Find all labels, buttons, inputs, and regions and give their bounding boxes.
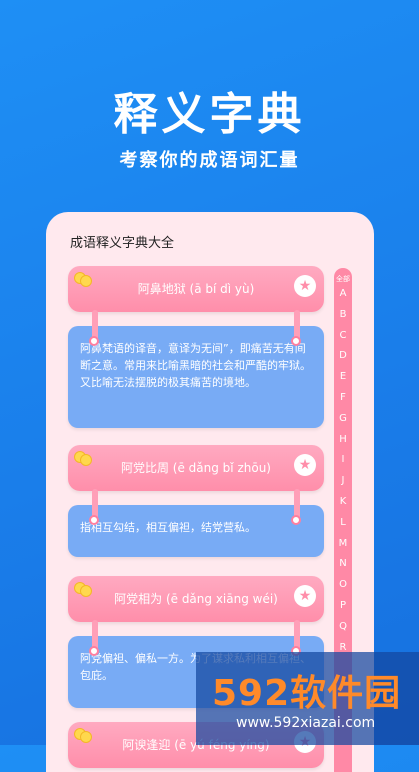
index-letter-c[interactable]: C (334, 326, 352, 347)
site-watermark: 592软件园 www.592xiazai.com (196, 652, 419, 745)
index-letter-q[interactable]: Q (334, 617, 352, 638)
idiom-title: 阿党相为 (ē dǎng xiāng wéi) (114, 592, 278, 606)
ribbon-left (89, 489, 99, 525)
hero-subtitle: 考察你的成语词汇量 (119, 150, 300, 171)
index-letter-i[interactable]: I (334, 450, 352, 471)
index-letter-a[interactable]: A (334, 284, 352, 305)
ribbon-left (89, 310, 99, 346)
ribbon-right (291, 489, 301, 525)
star-icon[interactable]: ★ (294, 275, 316, 297)
index-letter-n[interactable]: N (334, 554, 352, 575)
ribbon-right (291, 620, 301, 656)
idiom-banner[interactable]: 阿党比周 (ē dǎng bǐ zhōu) ★ (68, 445, 324, 491)
star-icon[interactable]: ★ (294, 454, 316, 476)
index-letter-d[interactable]: D (334, 346, 352, 367)
index-letter-e[interactable]: E (334, 367, 352, 388)
index-letter-m[interactable]: M (334, 534, 352, 555)
index-letter-o[interactable]: O (334, 575, 352, 596)
idiom-card[interactable]: 阿党比周 (ē dǎng bǐ zhōu) ★ 指相互勾结，相互偏袒，结党营私。 (68, 445, 324, 557)
star-icon[interactable]: ★ (294, 585, 316, 607)
page-title: 成语释义字典大全 (70, 236, 175, 251)
index-letter-p[interactable]: P (334, 596, 352, 617)
index-letter-f[interactable]: F (334, 388, 352, 409)
idiom-definition: 阿鼻梵语的译音，意译为无间”，即痛苦无有间断之意。常用来比喻黑暗的社会和严酷的牢… (68, 326, 324, 428)
watermark-brand: 592软件园 (212, 673, 402, 714)
hero-title: 释义字典 (113, 89, 306, 140)
ribbon-right (291, 310, 301, 346)
index-all[interactable]: 全部 (334, 274, 352, 284)
index-letter-l[interactable]: L (334, 513, 352, 534)
index-letter-b[interactable]: B (334, 305, 352, 326)
index-letter-k[interactable]: K (334, 492, 352, 513)
index-letter-g[interactable]: G (334, 409, 352, 430)
idiom-definition: 指相互勾结，相互偏袒，结党营私。 (68, 505, 324, 557)
idiom-card[interactable]: 阿鼻地狱 (ā bí dì yù) ★ 阿鼻梵语的译音，意译为无间”，即痛苦无有… (68, 266, 324, 428)
index-letter-h[interactable]: H (334, 430, 352, 451)
idiom-title: 阿党比周 (ē dǎng bǐ zhōu) (120, 461, 271, 475)
idiom-title: 阿鼻地狱 (ā bí dì yù) (137, 282, 255, 296)
index-letter-j[interactable]: J (334, 471, 352, 492)
watermark-url: www.592xiazai.com (236, 715, 376, 731)
idiom-banner[interactable]: 阿党相为 (ē dǎng xiāng wéi) ★ (68, 576, 324, 622)
idiom-banner[interactable]: 阿鼻地狱 (ā bí dì yù) ★ (68, 266, 324, 312)
ribbon-left (89, 620, 99, 656)
